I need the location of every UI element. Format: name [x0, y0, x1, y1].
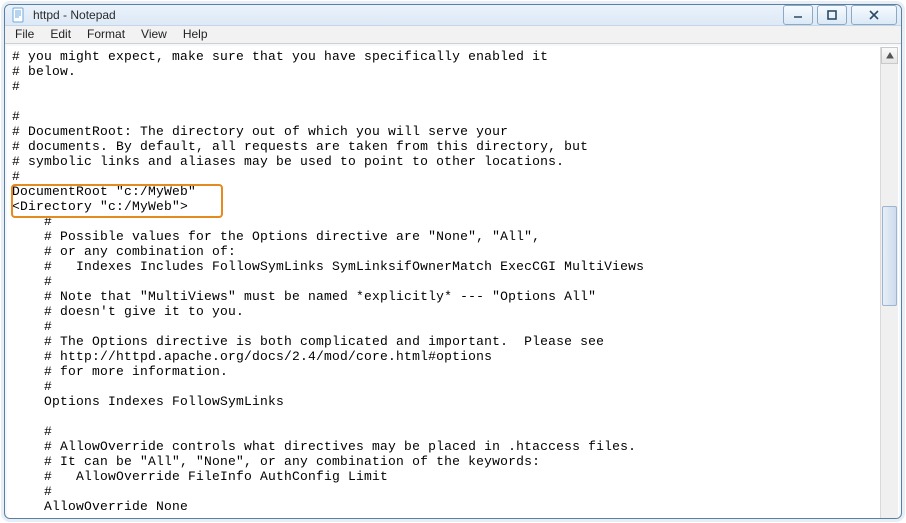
- close-button[interactable]: [851, 5, 897, 25]
- menu-edit[interactable]: Edit: [42, 26, 79, 43]
- minimize-button[interactable]: [783, 5, 813, 25]
- menu-format[interactable]: Format: [79, 26, 133, 43]
- notepad-window: httpd - Notepad File Edit Format View He…: [4, 4, 902, 519]
- titlebar[interactable]: httpd - Notepad: [5, 5, 901, 26]
- editor-content[interactable]: # you might expect, make sure that you h…: [8, 47, 880, 519]
- notepad-icon: [11, 7, 27, 23]
- vertical-scroll-track[interactable]: [881, 64, 898, 519]
- menu-file[interactable]: File: [7, 26, 42, 43]
- menu-view[interactable]: View: [133, 26, 175, 43]
- scroll-up-button[interactable]: [881, 47, 898, 64]
- menubar: File Edit Format View Help: [5, 26, 901, 44]
- window-controls: [783, 5, 897, 25]
- vertical-scrollbar[interactable]: [880, 47, 898, 519]
- window-title: httpd - Notepad: [33, 8, 116, 22]
- menu-help[interactable]: Help: [175, 26, 216, 43]
- editor-area: # you might expect, make sure that you h…: [7, 46, 899, 519]
- text-area[interactable]: # you might expect, make sure that you h…: [8, 47, 880, 519]
- vertical-scroll-thumb[interactable]: [882, 206, 897, 306]
- maximize-button[interactable]: [817, 5, 847, 25]
